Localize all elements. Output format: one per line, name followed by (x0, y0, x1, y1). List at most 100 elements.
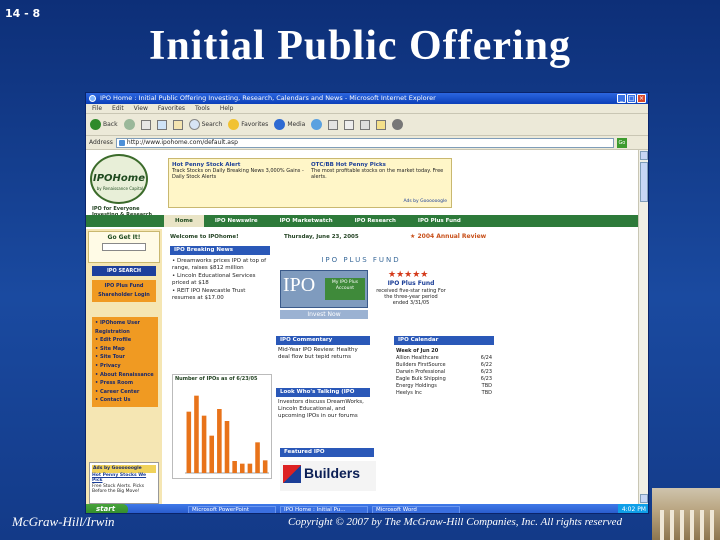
media-button[interactable]: Media (274, 119, 305, 130)
fund-name[interactable]: IPO Plus Fund (376, 280, 446, 287)
goget-label: Go Get It! (107, 234, 141, 241)
window-title: IPO Home : Initial Public Offering Inves… (100, 94, 436, 102)
calendar-header: IPO Calendar (394, 336, 494, 345)
messenger-icon[interactable] (392, 119, 404, 130)
sidebar-item-about[interactable]: • About Renaissance (95, 371, 155, 380)
start-button[interactable]: start (86, 504, 128, 513)
browser-window: IPO Home : Initial Public Offering Inves… (85, 92, 649, 514)
taskbar-item-word[interactable]: Microsoft Word (372, 505, 460, 513)
fund-login-button[interactable]: IPO Plus Fund Shareholder Login (92, 280, 156, 302)
nav-ipo-plus-fund[interactable]: IPO Plus Fund (407, 215, 472, 227)
chart-bar-1996 (194, 395, 199, 473)
news-item[interactable]: • Dreamworks prices IPO at top of range,… (172, 258, 270, 272)
breaking-news-list: • Dreamworks prices IPO at top of range,… (172, 258, 270, 303)
sidebar-ad-text: Free Stock Alerts. Picks Before the Big … (92, 483, 145, 495)
search-button[interactable]: Search (188, 119, 222, 130)
talking-text[interactable]: Investors discuss DreamWorks, Lincoln Ed… (278, 399, 368, 420)
maximize-button[interactable]: □ (627, 94, 636, 103)
address-bar: Address http://www.ipohome.com/default.a… (86, 136, 648, 150)
mail-icon[interactable] (328, 119, 339, 130)
ads-by-google-link[interactable]: Ads by Goooooogle (404, 199, 447, 204)
current-date: Thursday, June 23, 2005 (284, 234, 359, 240)
nav-ipo-newswire[interactable]: IPO Newswire (204, 215, 269, 227)
windows-taskbar: start Microsoft PowerPoint IPO Home : In… (86, 504, 648, 513)
favorites-button[interactable]: Favorites (228, 119, 268, 130)
ipo-plus-fund-panel: IPO PLUS FUND IPO My IPO Plus Account In… (276, 256, 446, 336)
edit-icon[interactable] (360, 119, 371, 130)
calendar-row[interactable]: Allion Healthcare 6/24 (396, 355, 492, 362)
annual-review-link[interactable]: ★ 2004 Annual Review (410, 233, 486, 240)
ipo-calendar: Week of Jun 20 Allion Healthcare 6/24 Bui… (396, 348, 492, 397)
breaking-news-header: IPO Breaking News (170, 246, 270, 255)
history-icon[interactable] (311, 119, 323, 130)
taskbar-item-powerpoint[interactable]: Microsoft PowerPoint (188, 505, 276, 513)
sidebar-item-contact[interactable]: • Contact Us (95, 396, 155, 405)
calendar-row[interactable]: Eagle Bulk Shipping 6/23 (396, 376, 492, 383)
calendar-row[interactable]: Darwin Professional 6/23 (396, 369, 492, 376)
minimize-button[interactable]: _ (617, 94, 626, 103)
commentary-text[interactable]: Mid-Year IPO Review: Healthy deal flow b… (278, 347, 368, 361)
goget-input[interactable] (102, 243, 146, 251)
print-icon[interactable] (344, 119, 355, 130)
goget-box: Go Get It! (88, 231, 160, 263)
builders-logo-mark (283, 465, 301, 483)
news-item[interactable]: • REIT IPO Newcastle Trust resumes at $1… (172, 288, 270, 302)
menu-tools[interactable]: Tools (195, 104, 210, 113)
sidebar-ad-title[interactable]: Hot Penny Stocks We Pick (92, 473, 156, 484)
scroll-up-arrow[interactable] (640, 151, 648, 160)
go-button[interactable]: Go (616, 137, 627, 148)
sidebar-item-career-center[interactable]: • Career Center (95, 388, 155, 397)
refresh-icon[interactable] (156, 119, 167, 130)
scroll-down-arrow[interactable] (640, 494, 648, 503)
close-button[interactable]: × (637, 94, 646, 103)
ipohome-logo[interactable]: IPOHome by Renaissance Capital (90, 154, 148, 204)
sidebar-item-privacy[interactable]: • Privacy (95, 362, 155, 371)
back-button[interactable]: Back (90, 119, 118, 130)
sidebar-item-press-room[interactable]: • Press Room (95, 379, 155, 388)
featured-ipo[interactable]: Builders (280, 459, 376, 504)
menu-file[interactable]: File (92, 104, 102, 113)
stop-icon[interactable] (140, 119, 151, 130)
ipo-bar-chart (185, 395, 269, 474)
news-item[interactable]: • Lincoln Educational Services priced at… (172, 273, 270, 287)
browser-titlebar: IPO Home : Initial Public Offering Inves… (86, 93, 648, 104)
star-icon (228, 119, 240, 130)
sidebar-ad[interactable]: Ads by Goooooogle Hot Penny Stocks We Pi… (89, 462, 159, 504)
web-page: IPOHome by Renaissance Capital IPO for E… (86, 150, 640, 504)
home-icon[interactable] (172, 119, 183, 130)
scroll-thumb[interactable] (640, 162, 648, 202)
address-label: Address (89, 139, 113, 146)
slide-title: Initial Public Offering (149, 23, 571, 69)
ipo-plus-fund-header: IPO PLUS FUND (321, 256, 401, 264)
menu-help[interactable]: Help (220, 104, 234, 113)
folder-icon[interactable] (376, 119, 387, 130)
menu-bar: File Edit View Favorites Tools Help (86, 104, 648, 114)
sidebar-item-edit-profile[interactable]: • Edit Profile (95, 336, 155, 345)
nav-ipo-research[interactable]: IPO Research (344, 215, 407, 227)
sidebar-item-site-map[interactable]: • Site Map (95, 345, 155, 354)
my-account-link[interactable]: My IPO Plus Account (325, 278, 365, 300)
menu-view[interactable]: View (134, 104, 148, 113)
ipo-count-chart: Number of IPOs as of 6/23/05 (172, 374, 272, 479)
taskbar-item-ie[interactable]: IPO Home : Initial Pu... (280, 505, 368, 513)
sidebar-item-site-tour[interactable]: • Site Tour (95, 353, 155, 362)
chart-bar-2005 (262, 460, 268, 473)
commentary-header: IPO Commentary (276, 336, 370, 345)
ipo-search-button[interactable]: IPO SEARCH (92, 266, 156, 276)
menu-edit[interactable]: Edit (112, 104, 124, 113)
sidebar-item-registration[interactable]: • IPOhome User Registration (95, 319, 155, 336)
calendar-week: Week of Jun 20 (396, 348, 439, 354)
vertical-scrollbar[interactable] (638, 150, 648, 504)
address-input[interactable]: http://www.ipohome.com/default.asp (115, 137, 614, 148)
calendar-row[interactable]: Energy Holdings TBD (396, 383, 492, 390)
ad-banner[interactable]: Hot Penny Stock Alert Track Stocks on Da… (168, 158, 452, 208)
ipo-plus-logo[interactable]: IPO My IPO Plus Account (280, 270, 368, 308)
chart-bar-1995 (186, 411, 192, 473)
calendar-row[interactable]: Heelys Inc TBD (396, 390, 492, 397)
forward-button[interactable] (123, 119, 135, 130)
nav-ipo-marketwatch[interactable]: IPO Marketwatch (269, 215, 344, 227)
calendar-row[interactable]: Builders FirstSource 6/22 (396, 362, 492, 369)
invest-now-button[interactable]: Invest Now (280, 310, 368, 319)
menu-favorites[interactable]: Favorites (158, 104, 185, 113)
nav-home[interactable]: Home (164, 215, 204, 227)
